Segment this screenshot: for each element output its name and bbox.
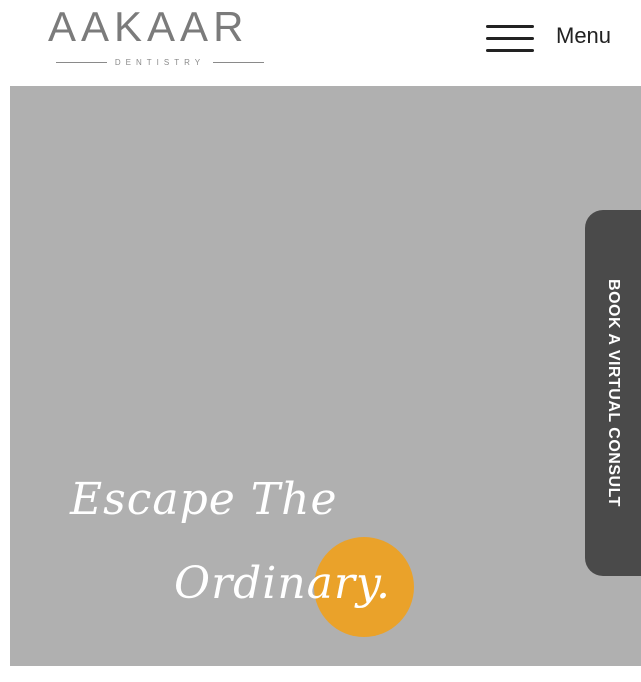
aakaar-logo[interactable]: AAKAAR DENTISTRY bbox=[48, 6, 278, 72]
book-virtual-consult-button[interactable]: BOOK A VIRTUAL CONSULT bbox=[585, 210, 641, 576]
hamburger-icon bbox=[486, 18, 534, 54]
logo-subtitle-row: DENTISTRY bbox=[56, 56, 265, 68]
hero-tagline-line1: Escape The bbox=[70, 474, 338, 525]
book-virtual-consult-label: BOOK A VIRTUAL CONSULT bbox=[605, 279, 622, 507]
logo-subtitle: DENTISTRY bbox=[114, 57, 206, 67]
logo-wordmark: AAKAAR bbox=[48, 3, 249, 50]
menu-button[interactable]: Menu bbox=[486, 18, 636, 54]
logo-divider-left bbox=[56, 61, 107, 63]
page-bottom-edge bbox=[0, 666, 641, 682]
site-header: AAKAAR DENTISTRY Menu bbox=[0, 0, 641, 86]
hero-tagline-line2: Ordinary. bbox=[174, 558, 391, 609]
menu-label: Menu bbox=[556, 23, 612, 48]
logo-divider-right bbox=[213, 61, 265, 63]
hero-banner: Escape The Ordinary. bbox=[10, 86, 641, 682]
